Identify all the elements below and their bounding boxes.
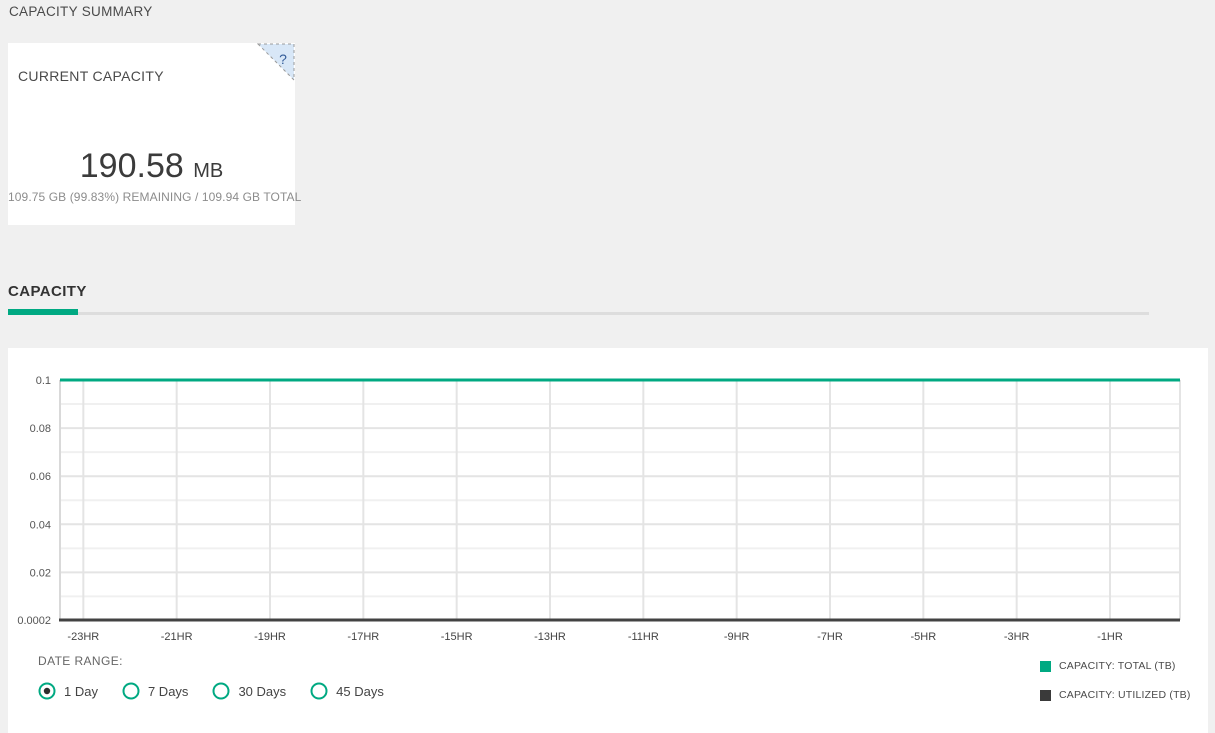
capacity-unit: MB xyxy=(193,160,223,182)
radio-option-7-days[interactable]: 7 Days xyxy=(122,682,188,700)
y-tick-label: 0.06 xyxy=(30,471,51,483)
y-tick-label: 0.04 xyxy=(30,519,51,531)
chart-panel: 0.1 0.08 0.06 0.04 0.02 0.0002 -23HR -21HR -19HR… xyxy=(8,348,1208,733)
x-tick-label: -5HR xyxy=(910,631,936,643)
x-tick-label: -3HR xyxy=(1004,631,1030,643)
y-tick-label: 0.02 xyxy=(30,567,51,579)
date-range-options: 1 Day 7 Days 30 Days 45 Days xyxy=(38,682,384,700)
x-tick-label: -19HR xyxy=(254,631,286,643)
section-title: CAPACITY xyxy=(8,283,87,300)
chart-legend: CAPACITY: TOTAL (TB) CAPACITY: UTILIZED (… xyxy=(1040,660,1191,718)
section-rule-line xyxy=(78,312,1149,315)
legend-swatch-icon xyxy=(1040,690,1051,701)
help-triangle xyxy=(258,44,294,80)
y-tick-label: 0.0002 xyxy=(17,615,51,627)
legend-item-capacity-total-tb: CAPACITY: TOTAL (TB) xyxy=(1040,660,1191,672)
capacity-value: 190.58 xyxy=(80,147,184,185)
radio-option-45-days[interactable]: 45 Days xyxy=(310,682,384,700)
x-tick-label: -1HR xyxy=(1097,631,1123,643)
current-capacity-card: ? CURRENT CAPACITY 190.58 MB 109.75 GB (… xyxy=(8,43,295,225)
card-title: CURRENT CAPACITY xyxy=(18,68,164,84)
radio-option-30-days[interactable]: 30 Days xyxy=(212,682,286,700)
radio-label: 1 Day xyxy=(64,684,98,699)
radio-label: 30 Days xyxy=(238,684,286,699)
radio-unselected-icon xyxy=(310,682,328,700)
y-tick-label: 0.08 xyxy=(30,423,51,435)
legend-label: CAPACITY: UTILIZED (TB) xyxy=(1059,689,1191,701)
radio-unselected-icon xyxy=(212,682,230,700)
section-rule xyxy=(8,307,1149,315)
capacity-chart: 0.1 0.08 0.06 0.04 0.02 0.0002 -23HR -21HR -19HR… xyxy=(8,348,1208,648)
radio-option-1-day[interactable]: 1 Day xyxy=(38,682,98,700)
legend-label: CAPACITY: TOTAL (TB) xyxy=(1059,660,1176,672)
radio-unselected-icon xyxy=(122,682,140,700)
date-range-label: DATE RANGE: xyxy=(38,654,123,668)
radio-selected-icon xyxy=(38,682,56,700)
capacity-value-row: 190.58 MB xyxy=(8,147,295,186)
radio-label: 45 Days xyxy=(336,684,384,699)
y-tick-label: 0.1 xyxy=(36,375,51,387)
capacity-chart-svg: 0.1 0.08 0.06 0.04 0.02 0.0002 -23HR -21HR -19HR… xyxy=(8,348,1208,648)
question-mark-glyph: ? xyxy=(279,51,287,67)
x-tick-label: -21HR xyxy=(161,631,193,643)
x-tick-label: -9HR xyxy=(724,631,750,643)
x-tick-label: -23HR xyxy=(67,631,99,643)
x-tick-label: -15HR xyxy=(441,631,473,643)
help-corner-icon[interactable]: ? xyxy=(257,43,295,81)
x-tick-label: -7HR xyxy=(817,631,843,643)
section-rule-accent xyxy=(8,309,78,315)
radio-label: 7 Days xyxy=(148,684,188,699)
page-title: CAPACITY SUMMARY xyxy=(9,4,153,19)
x-tick-label: -13HR xyxy=(534,631,566,643)
x-tick-label: -11HR xyxy=(628,631,659,643)
legend-swatch-icon xyxy=(1040,661,1051,672)
capacity-subtitle: 109.75 GB (99.83%) REMAINING / 109.94 GB… xyxy=(8,190,295,204)
x-tick-label: -17HR xyxy=(347,631,379,643)
legend-item-capacity-utilized-tb: CAPACITY: UTILIZED (TB) xyxy=(1040,689,1191,701)
